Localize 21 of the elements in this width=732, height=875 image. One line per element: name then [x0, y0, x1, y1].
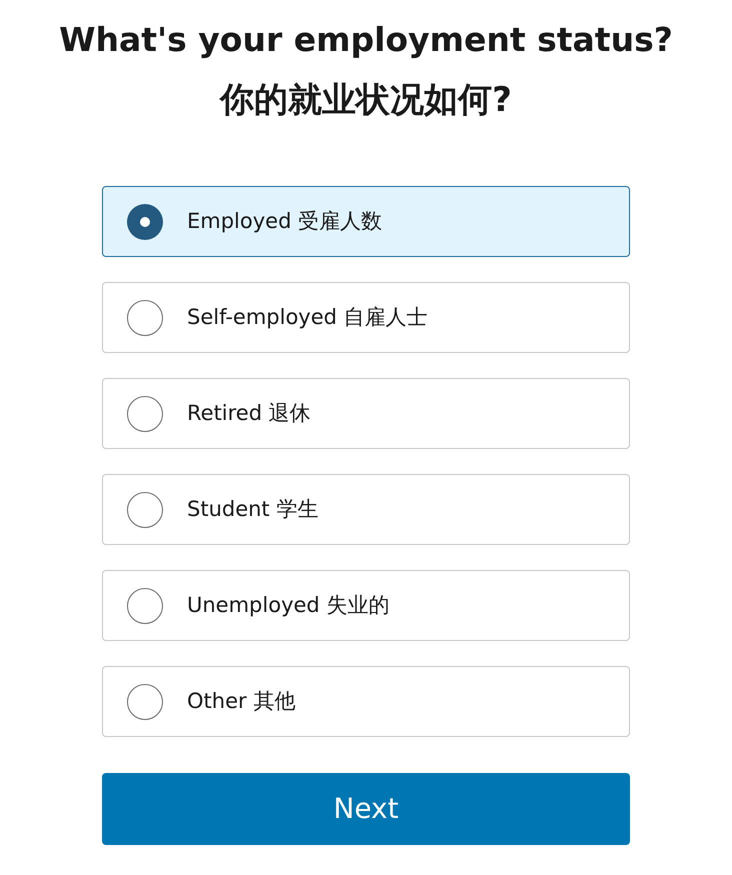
radio-button[interactable] [127, 492, 163, 528]
question-title: What's your employment status? [59, 19, 673, 61]
option-card[interactable]: Retired 退休 [102, 378, 630, 449]
option-card[interactable]: Other 其他 [102, 666, 630, 737]
option-label: Retired 退休 [187, 400, 311, 427]
radio-button[interactable] [127, 300, 163, 336]
option-card[interactable]: Unemployed 失业的 [102, 570, 630, 641]
option-label: Unemployed 失业的 [187, 592, 390, 619]
next-button[interactable]: Next [102, 773, 630, 845]
option-card[interactable]: Self-employed 自雇人士 [102, 282, 630, 353]
radio-button[interactable] [127, 204, 163, 240]
option-label: Self-employed 自雇人士 [187, 304, 428, 331]
option-card[interactable]: Student 学生 [102, 474, 630, 545]
option-card[interactable]: Employed 受雇人数 [102, 186, 630, 257]
radio-button[interactable] [127, 588, 163, 624]
option-label: Employed 受雇人数 [187, 208, 382, 235]
question-subtitle: 你的就业状况如何? [220, 79, 512, 122]
radio-button[interactable] [127, 396, 163, 432]
option-label: Other 其他 [187, 688, 296, 715]
radio-button[interactable] [127, 684, 163, 720]
option-label: Student 学生 [187, 496, 318, 523]
